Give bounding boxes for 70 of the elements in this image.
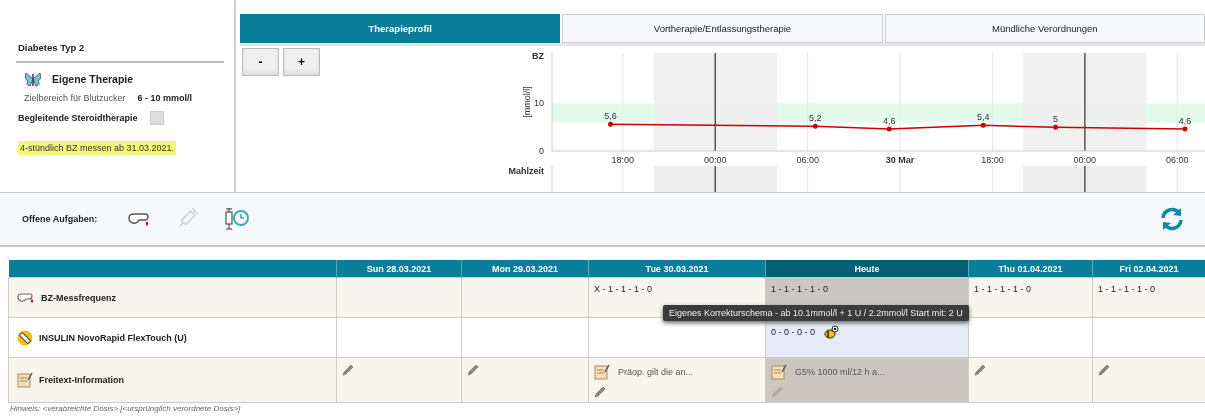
column-header: Fri 02.04.2021: [1092, 260, 1205, 278]
note-icon[interactable]: [771, 364, 787, 380]
note-icon: [17, 372, 33, 388]
tab[interactable]: Therapieprofil: [240, 14, 561, 43]
open-tasks-label: Offene Aufgaben:: [22, 214, 98, 224]
steroid-label: Begleitende Steroidtherapie: [18, 113, 138, 123]
therapy-title: Eigene Therapie: [52, 73, 134, 85]
pen-injector-icon: [17, 329, 33, 346]
data-point: [608, 121, 613, 127]
pencil-icon[interactable]: [974, 364, 986, 376]
row-label: BZ-Messfrequenz: [41, 292, 116, 303]
bee-icon[interactable]: [823, 324, 839, 340]
data-label: 4,6: [883, 116, 896, 127]
pencil-icon[interactable]: [1098, 364, 1110, 376]
finger-drop-icon: [17, 291, 35, 304]
highlighted-note: 4-stündlich BZ messen ab 31.03.2021.: [18, 141, 177, 155]
row-label: INSULIN NovoRapid FlexTouch (U): [39, 332, 187, 343]
x-tick-label: 06:00: [796, 155, 819, 165]
dose-text: 1 - 1 - 1 - 1 - 0: [974, 284, 1032, 294]
y-axis-label: [mmol/l]: [522, 86, 532, 118]
finger-drop-icon[interactable]: [127, 211, 152, 227]
x-tick-label: 30 Mar: [885, 155, 915, 165]
column-header: Mon 29.03.2021: [461, 260, 589, 278]
x-tick-label: 18:00: [981, 155, 1004, 165]
data-label: 5,4: [976, 112, 990, 123]
data-point: [812, 123, 818, 129]
data-label: 5,2: [809, 113, 822, 124]
dose-text: 0 - 0 - 0 - 0: [771, 327, 815, 337]
syringe-clock-icon[interactable]: [223, 208, 250, 230]
note-text: Präop. gilt die an...: [618, 367, 694, 377]
data-label: 4,6: [1178, 116, 1192, 127]
zoom-button[interactable]: -: [242, 48, 279, 76]
column-header: Thu 01.04.2021: [968, 260, 1093, 278]
tab[interactable]: Mündliche Verordnungen: [884, 14, 1205, 43]
dose-text: 1 - 1 - 1 - 1 - 0: [771, 284, 829, 294]
data-point: [886, 126, 892, 132]
tab[interactable]: Vortherapie/Entlassungstherapie: [562, 14, 883, 43]
x-tick-label: 00:00: [704, 155, 727, 165]
zoom-button[interactable]: +: [283, 48, 320, 76]
pencil-icon[interactable]: [594, 386, 606, 398]
y-tick-label: 0: [539, 146, 544, 156]
data-label: 5,6: [604, 111, 617, 122]
pencil-icon[interactable]: [467, 364, 479, 376]
butterfly-icon: [24, 71, 42, 87]
dose-text: X - 1 - 1 - 1 - 0: [594, 284, 653, 294]
column-header: Sun 28.03.2021: [336, 260, 462, 278]
data-point: [980, 122, 986, 128]
data-point: [1182, 126, 1188, 132]
pencil-icon[interactable]: [342, 364, 354, 376]
row-label: Freitext-Information: [39, 375, 124, 385]
note-text: G5% 1000 ml/12 h a...: [795, 367, 885, 377]
target-label: Zielbereich für Blutzucker: [24, 93, 126, 103]
target-value: 6 - 10 mmol/l: [137, 93, 193, 103]
footnote-text: Hinweis: <verabreichte Dosis> [<ursprünglich verordnete Dosis>]: [9, 404, 242, 413]
steroid-checkbox[interactable]: [149, 111, 164, 125]
meal-row-label: Mahlzeit: [508, 166, 544, 176]
column-header: Heute: [765, 260, 969, 278]
x-tick-label: 06:00: [1166, 155, 1189, 165]
column-header: Tue 30.03.2021: [588, 260, 766, 278]
refresh-icon[interactable]: [1159, 206, 1185, 232]
tooltip: Eigenes Korrekturschema - ab 10.1mmol/l + 1 U / 2.2mmol/l Start mit: 2 U: [663, 305, 969, 321]
note-icon[interactable]: [594, 364, 610, 380]
y-tick-label: 10: [534, 98, 544, 109]
dose-text: 1 - 1 - 1 - 1 - 0: [1098, 284, 1156, 294]
x-tick-label: 00:00: [1073, 155, 1097, 165]
chart-title: BZ: [532, 51, 544, 61]
data-point: [1053, 124, 1059, 130]
diagnosis-label: Diabetes Typ 2: [18, 42, 86, 53]
data-label: 5: [1053, 114, 1059, 125]
x-tick-label: 18:00: [611, 155, 635, 165]
